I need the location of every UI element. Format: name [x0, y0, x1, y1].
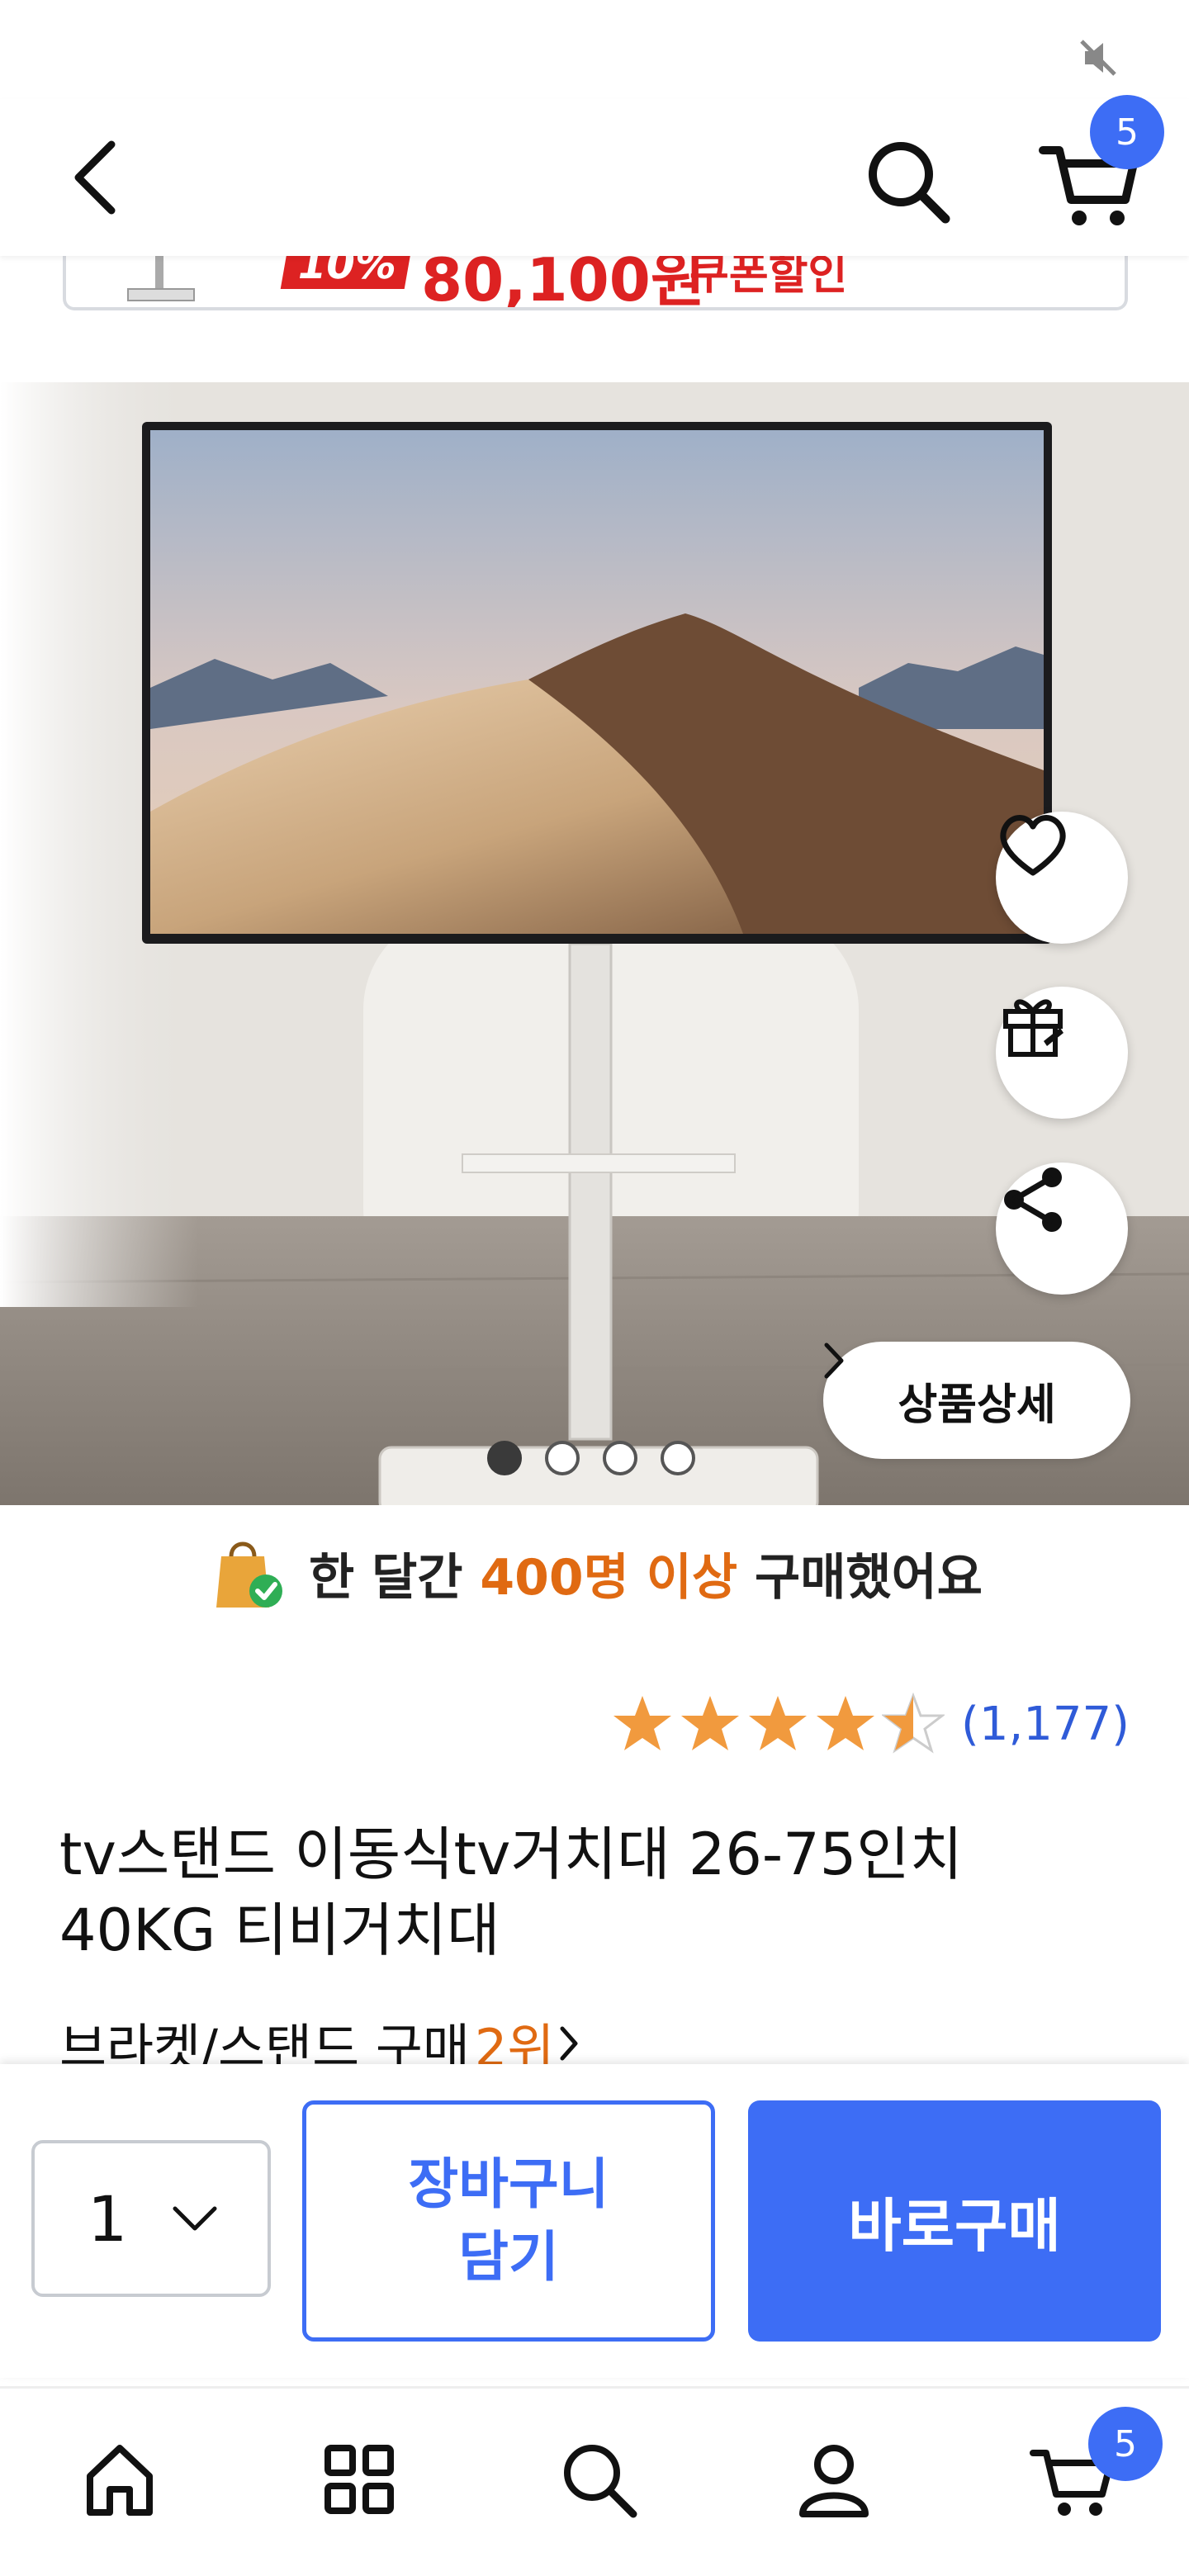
product-image-carousel[interactable]: 상품상세	[0, 382, 1189, 1505]
carousel-dot[interactable]	[545, 1441, 580, 1475]
share-icon	[1004, 1167, 1062, 1232]
product-image	[0, 382, 1189, 1505]
nav-my-page[interactable]	[776, 2422, 892, 2537]
carousel-dot[interactable]	[661, 1441, 695, 1475]
coupon-product-thumbnail	[127, 256, 195, 301]
nav-cart-count-badge: 5	[1088, 2407, 1163, 2481]
home-icon	[87, 2445, 153, 2516]
purchase-stats-suffix: 구매했어요	[755, 1548, 983, 1607]
chevron-right-icon	[824, 1342, 844, 1379]
bottom-navigation	[0, 2386, 1189, 2576]
add-to-cart-button[interactable]: 장바구니 담기	[302, 2100, 715, 2342]
chevron-left-icon	[74, 140, 116, 215]
search-icon	[869, 142, 950, 224]
gift-icon	[1003, 999, 1063, 1057]
purchase-stats-highlight: 400명 이상	[480, 1548, 738, 1607]
star-full-icon	[749, 1696, 807, 1750]
review-count[interactable]: (1,177)	[961, 1698, 1130, 1751]
star-full-icon	[681, 1696, 739, 1750]
search-button[interactable]	[859, 132, 958, 231]
user-icon	[799, 2445, 869, 2517]
star-full-icon	[613, 1696, 671, 1750]
cart-count-badge: 5	[1090, 95, 1164, 169]
purchase-stats: 한 달간 400명 이상 구매했어요	[0, 1519, 1189, 1627]
chevron-down-icon	[173, 2206, 217, 2231]
heart-icon	[1000, 815, 1066, 876]
nav-search[interactable]	[541, 2422, 656, 2537]
search-icon	[564, 2445, 637, 2518]
product-title: tv스탠드 이동식tv거치대 26-75인치 40KG 티비거치대	[59, 1821, 964, 1964]
gift-button[interactable]	[996, 987, 1128, 1119]
nav-categories[interactable]	[301, 2422, 417, 2537]
chevron-right-icon	[560, 2026, 578, 2061]
nav-home[interactable]	[62, 2422, 178, 2537]
back-button[interactable]	[50, 132, 140, 223]
top-app-bar	[0, 99, 1189, 256]
rating-summary[interactable]: (1,177)	[611, 1693, 1130, 1755]
mute-icon	[1080, 40, 1116, 76]
purchase-stats-prefix: 한 달간	[308, 1548, 463, 1607]
share-button[interactable]	[996, 1163, 1128, 1295]
buy-now-button[interactable]: 바로구매	[748, 2100, 1161, 2342]
carousel-dot[interactable]	[487, 1441, 522, 1475]
carousel-indicator	[487, 1441, 695, 1475]
status-bar	[0, 0, 1189, 99]
shopping-bag-check-icon	[216, 1541, 282, 1608]
star-full-icon	[817, 1696, 874, 1750]
quantity-selector[interactable]: 1	[31, 2140, 271, 2297]
quantity-value: 1	[88, 2181, 128, 2256]
product-detail-button[interactable]: 상품상세	[823, 1342, 1130, 1459]
purchase-action-bar: 1 장바구니 담기 바로구매	[0, 2064, 1189, 2378]
purchase-stats-text: 한 달간 400명 이상 구매했어요	[309, 1537, 983, 1609]
carousel-dot[interactable]	[603, 1441, 637, 1475]
product-detail-label: 상품상세	[898, 1380, 1056, 1430]
star-half-icon	[882, 1693, 945, 1754]
grid-icon	[324, 2445, 394, 2514]
wishlist-button[interactable]	[996, 812, 1128, 944]
